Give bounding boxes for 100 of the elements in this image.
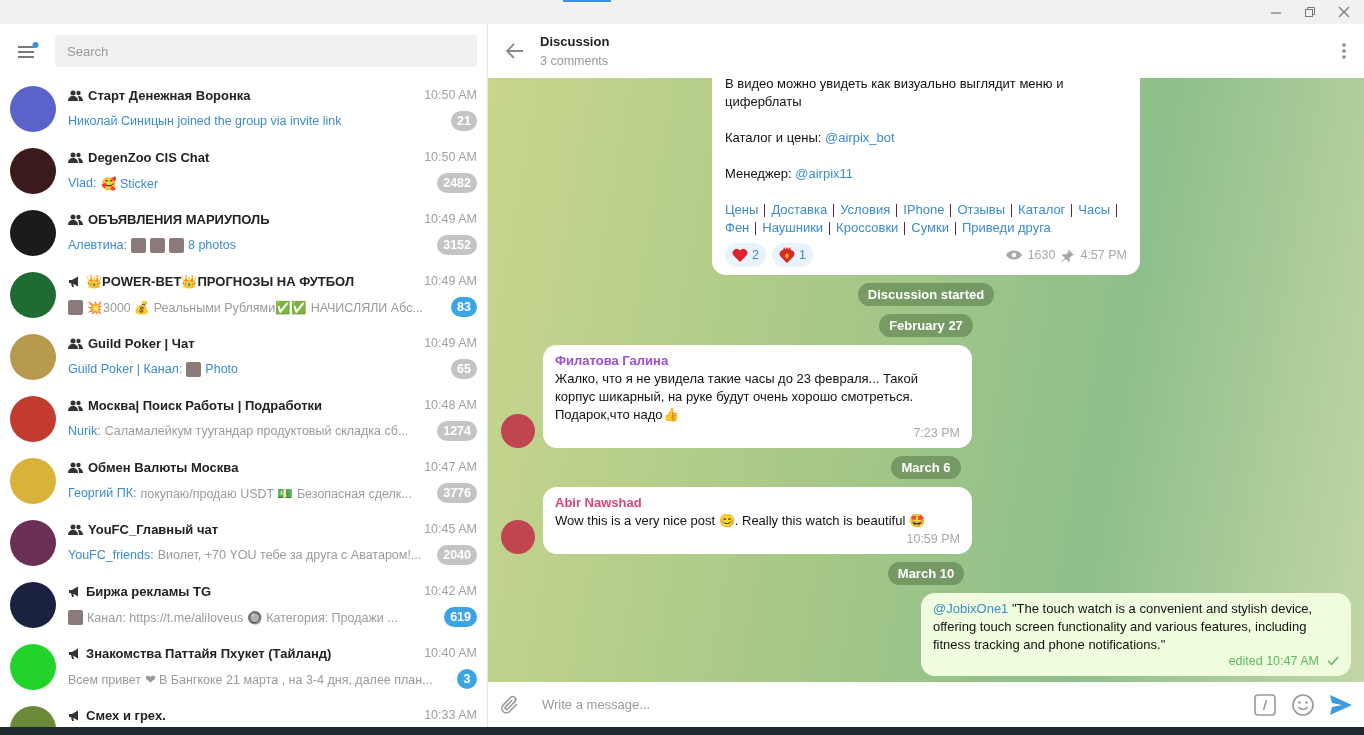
preview-text: 🥰 Sticker xyxy=(100,175,159,191)
hashtag-link[interactable]: Часы xyxy=(1078,201,1111,219)
avatar-placeholder xyxy=(10,86,56,132)
chat-name: Старт Денежная Воронка xyxy=(88,87,251,103)
close-icon[interactable] xyxy=(1338,6,1350,18)
search-field[interactable]: Search xyxy=(55,35,477,67)
chat-list-item[interactable]: Знакомства Паттайя Пхукет (Тайланд) 10:40 AM Всем привет ❤ В Бангкоке 21 марта , на 3-4 дня, далее план... 3 xyxy=(0,636,487,698)
chat-name: Москва| Поиск Работы | Подработки xyxy=(88,397,322,413)
mention-link[interactable]: @JobixOne1 xyxy=(933,601,1009,616)
preview-text: Саламалейкум туугандар продуктовый складка сб... xyxy=(104,424,409,438)
hashtag-link[interactable]: Условия xyxy=(840,201,891,219)
hashtag-link[interactable]: Сумки xyxy=(911,219,949,237)
avatar-placeholder xyxy=(10,644,56,690)
message-time: 7:23 PM xyxy=(913,425,960,442)
chat-time: 10:48 AM xyxy=(424,398,477,412)
unread-count: 3776 xyxy=(437,483,477,503)
thumbnail-placeholder xyxy=(68,609,83,625)
chat-name: Смех и грех. xyxy=(86,707,166,723)
comment-count: 3 comments xyxy=(540,54,610,68)
chat-time: 10:33 AM xyxy=(424,708,477,722)
preview-text: Nurik: xyxy=(68,424,101,438)
chat-list-item[interactable]: Обмен Валюты Москва 10:47 AM Георгий ПК: покупаю/продаю USDT 💵 Безопасная сделк... 3776 xyxy=(0,450,487,512)
unread-count: 83 xyxy=(451,297,477,317)
message-text: Wow this is a very nice post 😊. Really this watch is beautiful 🤩 xyxy=(555,512,926,530)
reaction-button[interactable]: 1 xyxy=(771,243,813,267)
unread-count: 3152 xyxy=(437,235,477,255)
restore-icon[interactable] xyxy=(1304,6,1316,18)
chat-list-item[interactable]: DegenZoo CIS Chat 10:50 AM Vlad: 🥰 Sticker 2482 xyxy=(0,140,487,202)
reaction-button[interactable]: 2 xyxy=(725,243,766,267)
unread-count: 1274 xyxy=(437,421,477,441)
chat-time: 10:42 AM xyxy=(424,584,477,598)
hashtag-link[interactable]: Каталог xyxy=(1018,201,1066,219)
hashtag-link[interactable]: Доставка xyxy=(771,201,828,219)
author-name: Филатова Галина xyxy=(555,352,670,370)
message-text: @JobixOne1 "The touch watch is a convenient and stylish device, offering touch screen functionality and various features, including fitness tracking and phone notifications." xyxy=(933,600,1314,654)
hashtag-link[interactable]: Приведи друга xyxy=(962,219,1051,237)
more-options-icon[interactable] xyxy=(1342,43,1346,59)
service-message: March 10 xyxy=(887,562,965,585)
hashtag-link[interactable]: Цены xyxy=(725,201,759,219)
preview-text: Николай Синицын joined the group via invite link xyxy=(68,114,342,128)
chat-list-item[interactable]: YouFC_Главный чат 10:45 AM YouFC_friends: Виолет, +70 YOU тебе за друга с Аватаром!... 2040 xyxy=(0,512,487,574)
hashtag-link[interactable]: Фен xyxy=(725,219,750,237)
chat-name: Знакомства Паттайя Пхукет (Тайланд) xyxy=(86,645,332,661)
service-message: March 6 xyxy=(891,456,961,479)
preview-text: Photo xyxy=(205,362,239,376)
chat-time: 10:47 AM xyxy=(424,460,477,474)
chat-list-item[interactable]: 👑POWER-BET👑ПРОГНОЗЫ НА ФУТБОЛ 10:49 AM 💥3000 💰 Реальными Рублями✅✅ НАЧИСЛЯЛИ Абс... 83 xyxy=(0,264,487,326)
heart-icon xyxy=(732,248,748,262)
chat-list-item[interactable]: Guild Poker | Чат 10:49 AM Guild Poker | Канал: Photo 65 xyxy=(0,326,487,388)
hashtag-link[interactable]: Наушники xyxy=(762,219,824,237)
avatar-placeholder xyxy=(10,334,56,380)
hashtag-link[interactable]: Кроссовки xyxy=(836,219,899,237)
chat-time: 10:40 AM xyxy=(424,646,477,660)
username-link[interactable]: @airpix11 xyxy=(795,166,854,181)
thumbnail-placeholder xyxy=(169,237,184,253)
service-message: Discussion started xyxy=(857,283,995,306)
chat-name: Обмен Валюты Москва xyxy=(88,459,239,475)
unread-count: 619 xyxy=(444,607,477,627)
back-arrow-icon[interactable] xyxy=(506,43,524,59)
menu-icon[interactable] xyxy=(17,42,39,60)
post-text: Каталог и цены: @airpix_bot xyxy=(725,129,896,147)
hashtag-link[interactable]: IPhone xyxy=(903,201,945,219)
chat-name: Биржа рекламы TG xyxy=(86,583,212,599)
chat-time: 10:49 AM xyxy=(424,336,477,350)
preview-text: Vlad: xyxy=(68,176,97,190)
message-text: Жалко, что я не увидела такие часы до 23 февраля... Такой корпус шикарный, на руке будут очень хорошо смотреться. Подарок,что надо👍 xyxy=(555,370,919,424)
send-icon[interactable] xyxy=(1330,694,1352,715)
chat-list-item[interactable]: Старт Денежная Воронка 10:50 AM Николай Синицын joined the group via invite link 21 xyxy=(0,78,487,140)
unread-count: 2482 xyxy=(437,173,477,193)
chat-time: 10:50 AM xyxy=(424,150,477,164)
chat-list-item[interactable]: Москва| Поиск Работы | Подработки 10:48 AM Nurik: Саламалейкум туугандар продуктовый складка сб... 1274 xyxy=(0,388,487,450)
chat-list-item[interactable]: Биржа рекламы TG 10:42 AM Канал: https://t.me/aliloveus 🔘 Категория: Продажи ... 619 xyxy=(0,574,487,636)
username-link[interactable]: @airpix_bot xyxy=(825,130,895,145)
preview-text: Виолет, +70 YOU тебе за друга с Аватаром!... xyxy=(157,548,422,562)
chat-name: YouFC_Главный чат xyxy=(88,521,219,537)
bot-commands-icon[interactable] xyxy=(1254,693,1276,716)
chat-title: Discussion xyxy=(540,34,611,49)
hashtag-link[interactable]: Отзывы xyxy=(957,201,1006,219)
avatar-placeholder xyxy=(10,582,56,628)
avatar-placeholder xyxy=(501,414,535,448)
post-text: Менеджер: @airpix11 xyxy=(725,165,855,183)
author-name: Abir Nawshad xyxy=(555,494,643,512)
chat-time: 10:49 AM xyxy=(424,212,477,226)
message-time: 4:57 PM xyxy=(1080,247,1127,264)
preview-text: Георгий ПК: xyxy=(68,486,137,500)
eye-icon xyxy=(1005,250,1022,260)
preview-text: покупаю/продаю USDT 💵 Безопасная сделк... xyxy=(140,485,412,501)
thumbnail-placeholder xyxy=(150,237,165,253)
service-message: February 27 xyxy=(879,314,973,337)
preview-text: YouFC_friends: xyxy=(68,548,154,562)
flaming-heart-icon xyxy=(778,247,795,263)
chat-time: 10:50 AM xyxy=(424,88,477,102)
message-time: 10:59 PM xyxy=(906,531,960,548)
preview-text: Всем привет ❤ В Бангкоке 21 марта , на 3-4 дня, далее план... xyxy=(68,671,433,687)
chat-list-item[interactable]: ОБЪЯВЛЕНИЯ МАРИУПОЛЬ 10:49 AM Алевтина: 8 photos 3152 xyxy=(0,202,487,264)
chat-name: 👑POWER-BET👑ПРОГНОЗЫ НА ФУТБОЛ xyxy=(86,273,355,289)
thumbnail-placeholder xyxy=(68,299,83,315)
chat-name: ОБЪЯВЛЕНИЯ МАРИУПОЛЬ xyxy=(88,211,270,227)
emoji-icon[interactable] xyxy=(1292,693,1314,716)
attach-icon[interactable] xyxy=(500,693,520,716)
